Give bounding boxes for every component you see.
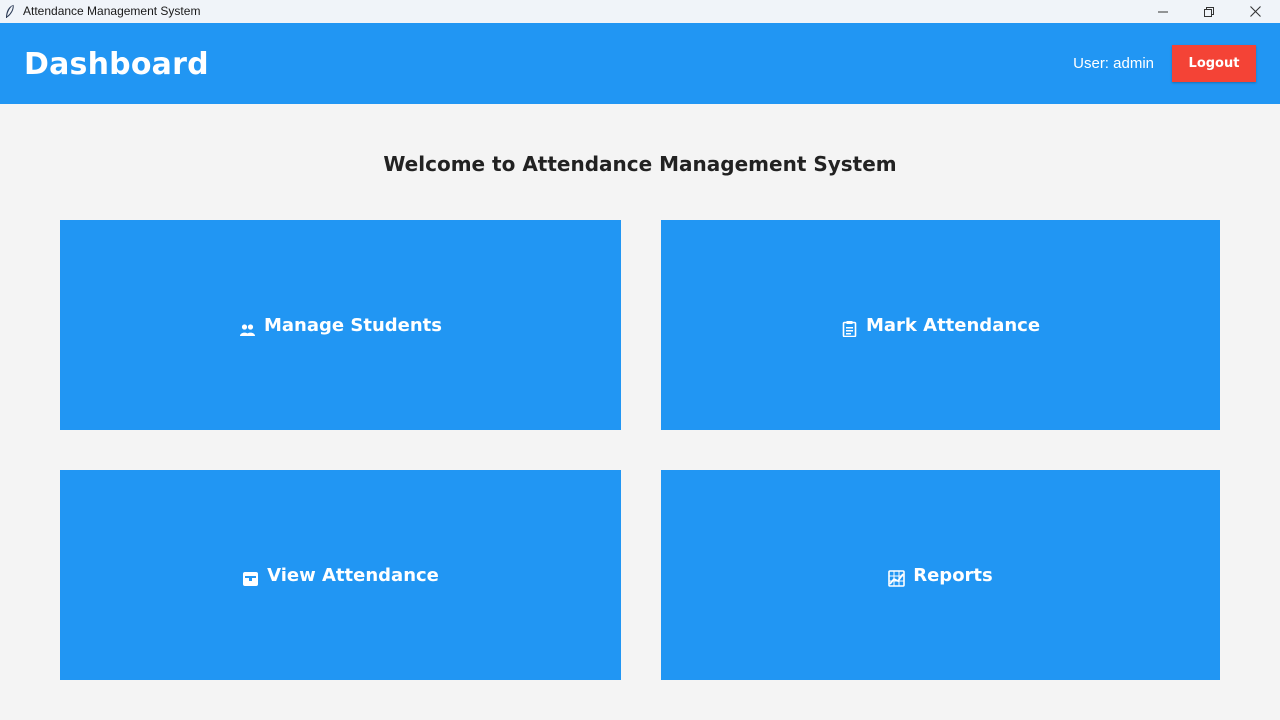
- maximize-button[interactable]: [1186, 0, 1232, 23]
- maximize-icon: [1204, 6, 1214, 17]
- view-attendance-label: View Attendance: [267, 565, 439, 586]
- people-icon: [240, 323, 255, 336]
- calendar-icon: [243, 571, 259, 586]
- minimize-icon: [1158, 11, 1168, 12]
- reports-button[interactable]: Reports: [661, 470, 1220, 680]
- window-title: Attendance Management System: [23, 4, 201, 18]
- page-title: Dashboard: [24, 47, 209, 82]
- close-icon: [1249, 6, 1261, 17]
- user-label: User: admin: [1073, 55, 1154, 72]
- view-attendance-button[interactable]: View Attendance: [60, 470, 621, 680]
- feather-icon: [6, 4, 14, 18]
- manage-students-label: Manage Students: [264, 315, 442, 336]
- window-titlebar: Attendance Management System: [0, 0, 1280, 23]
- reports-label: Reports: [913, 565, 993, 586]
- clipboard-icon: [842, 320, 857, 337]
- manage-students-button[interactable]: Manage Students: [60, 220, 621, 430]
- dashboard-header: Dashboard User: admin Logout: [0, 23, 1280, 104]
- logout-button[interactable]: Logout: [1172, 45, 1256, 82]
- minimize-button[interactable]: [1140, 0, 1186, 23]
- chart-icon: [888, 569, 906, 587]
- mark-attendance-button[interactable]: Mark Attendance: [661, 220, 1220, 430]
- welcome-heading: Welcome to Attendance Management System: [383, 152, 897, 176]
- close-button[interactable]: [1232, 0, 1278, 23]
- mark-attendance-label: Mark Attendance: [865, 315, 1041, 336]
